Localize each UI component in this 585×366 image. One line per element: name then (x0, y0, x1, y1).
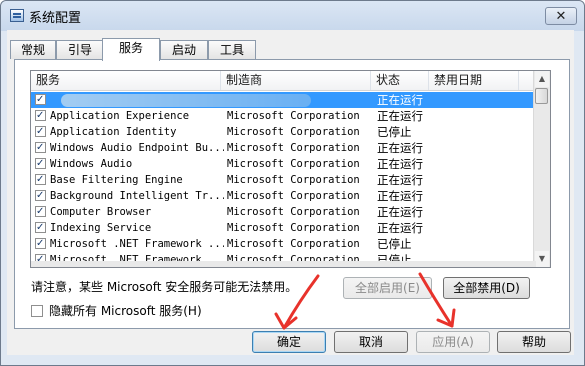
hide-ms-services-label: 隐藏所有 Microsoft 服务(H) (49, 304, 202, 318)
service-name: Computer Browser (50, 206, 152, 218)
horizontal-scrollbar[interactable] (31, 261, 536, 267)
hide-ms-services-checkbox[interactable] (31, 305, 43, 317)
window-title: 系统配置 (29, 11, 82, 26)
service-checkbox[interactable] (35, 108, 46, 124)
service-status: 正在运行 (377, 93, 423, 107)
scroll-thumb[interactable] (535, 88, 548, 104)
service-checkbox[interactable] (35, 156, 46, 172)
service-name: Background Intelligent Tr... (50, 190, 224, 202)
service-checkbox[interactable] (35, 92, 46, 108)
service-status: 正在运行 (377, 189, 423, 203)
security-note: 请注意，某些 Microsoft 安全服务可能无法禁用。 (31, 280, 298, 294)
service-status: 正在运行 (377, 157, 423, 171)
service-manufacturer: Microsoft Corporation (227, 110, 360, 122)
service-manufacturer: Microsoft Corporation (227, 222, 360, 234)
service-name: Indexing Service (50, 222, 152, 234)
service-status: 正在运行 (377, 205, 423, 219)
service-status: 已停止 (377, 237, 412, 251)
service-checkbox[interactable] (35, 204, 46, 220)
cancel-button[interactable]: 取消 (334, 331, 408, 353)
scroll-down-icon[interactable]: ▼ (535, 251, 549, 267)
services-list[interactable]: 服务 制造商 状态 禁用日期 正在运行Application Experienc… (30, 70, 551, 268)
service-checkbox[interactable] (35, 124, 46, 140)
tab-boot[interactable]: 引导 (56, 40, 104, 59)
service-row[interactable]: Windows Audio Microsoft Corporation 正在运行 (31, 156, 536, 172)
service-checkbox[interactable] (35, 236, 46, 252)
scroll-up-icon[interactable]: ▲ (535, 71, 549, 87)
service-row[interactable]: Computer Browser Microsoft Corporation 正在运… (31, 204, 536, 220)
service-manufacturer: Microsoft Corporation (227, 142, 360, 154)
service-name: Application Experience (50, 110, 190, 122)
tab-tools[interactable]: 工具 (208, 40, 256, 59)
service-status: 正在运行 (377, 141, 423, 155)
service-status: 正在运行 (377, 109, 423, 123)
apply-button[interactable]: 应用(A) (416, 331, 490, 353)
service-row[interactable]: 正在运行 (31, 92, 536, 108)
tab-services[interactable]: 服务 (102, 38, 160, 61)
tab-general[interactable]: 常规 (10, 40, 56, 59)
help-button[interactable]: 帮助 (497, 331, 571, 353)
close-button[interactable]: ✕ (545, 7, 577, 25)
vertical-scrollbar[interactable]: ▲ ▼ (533, 71, 550, 267)
service-status: 已停止 (377, 125, 412, 139)
service-manufacturer: Microsoft Corporation (227, 190, 360, 202)
service-status: 正在运行 (377, 221, 423, 235)
service-name: Application Identity (50, 126, 177, 138)
ok-button[interactable]: 确定 (252, 331, 326, 353)
column-disable-date[interactable]: 禁用日期 (429, 71, 519, 90)
service-manufacturer: Microsoft Corporation (227, 126, 360, 138)
service-row[interactable]: Microsoft .NET Framework ...Microsoft Co… (31, 236, 536, 252)
service-manufacturer: Microsoft Corporation (227, 174, 360, 186)
service-row[interactable]: Windows Audio Endpoint Bu...Microsoft Co… (31, 140, 536, 156)
service-name: Microsoft .NET Framework ... (50, 238, 224, 250)
service-name: Windows Audio Endpoint Bu... (50, 142, 224, 154)
service-checkbox[interactable] (35, 188, 46, 204)
service-row[interactable]: Base Filtering Engine Microsoft Corporati… (31, 172, 536, 188)
service-row[interactable]: Background Intelligent Tr...Microsoft Co… (31, 188, 536, 204)
disable-all-button[interactable]: 全部禁用(D) (443, 277, 530, 299)
service-rows: 正在运行 Application Experience Microsoft Corp… (31, 92, 536, 267)
column-status[interactable]: 状态 (371, 71, 429, 90)
service-manufacturer: Microsoft Corporation (227, 206, 360, 218)
service-row[interactable]: Indexing Service Microsoft Corporation 正在运… (31, 220, 536, 236)
service-checkbox[interactable] (35, 140, 46, 156)
tab-startup[interactable]: 启动 (160, 40, 208, 59)
service-manufacturer: Microsoft Corporation (227, 238, 360, 250)
column-manufacturer[interactable]: 制造商 (221, 71, 371, 90)
service-manufacturer: Microsoft Corporation (227, 158, 360, 170)
app-icon (10, 9, 24, 22)
service-checkbox[interactable] (35, 172, 46, 188)
service-name: Windows Audio (50, 158, 133, 170)
enable-all-button[interactable]: 全部启用(E) (343, 277, 432, 299)
column-service[interactable]: 服务 (31, 71, 221, 90)
service-name: Base Filtering Engine (50, 174, 183, 186)
service-row[interactable]: Application Identity Microsoft Corporatio… (31, 124, 536, 140)
title-bar: 系统配置 ✕ (1, 1, 584, 31)
list-header: 服务 制造商 状态 禁用日期 (31, 71, 536, 91)
redacted-service-name (61, 94, 311, 107)
service-checkbox[interactable] (35, 220, 46, 236)
service-row[interactable]: Application Experience Microsoft Corporat… (31, 108, 536, 124)
service-status: 正在运行 (377, 173, 423, 187)
